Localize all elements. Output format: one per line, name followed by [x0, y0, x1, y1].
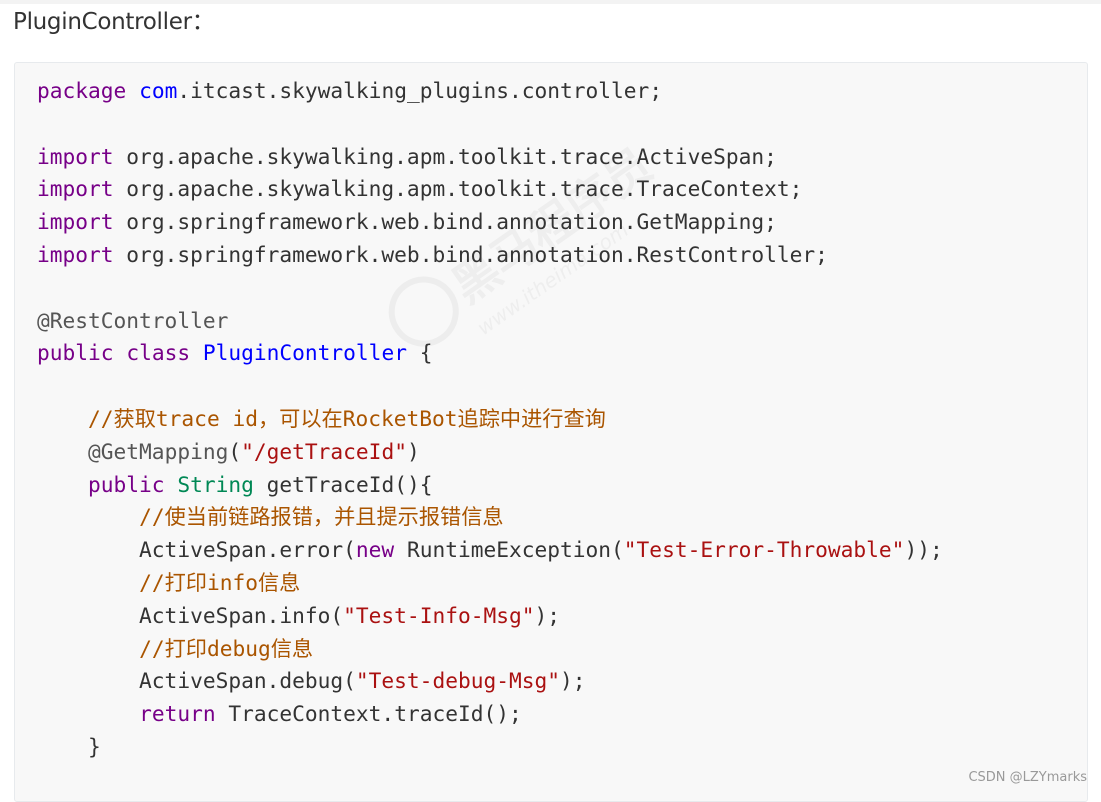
code-token: ActiveSpan.debug(: [37, 668, 356, 694]
code-line: //打印info信息: [37, 567, 943, 600]
code-line: return TraceContext.traceId();: [37, 698, 943, 731]
code-line: ActiveSpan.info("Test-Info-Msg");: [37, 600, 943, 633]
code-token: "/getTraceId": [241, 438, 407, 464]
code-token: //打印debug信息: [139, 635, 314, 661]
code-token: ));: [904, 537, 943, 563]
code-line: import org.apache.skywalking.apm.toolkit…: [37, 141, 943, 174]
code-token: getTraceId(){: [253, 471, 433, 497]
section-heading: PluginController：: [13, 9, 215, 35]
code-token: //打印info信息: [139, 569, 301, 595]
code-token: //获取trace id，可以在RocketBot追踪中进行查询: [88, 405, 606, 431]
code-token: @RestController: [37, 307, 229, 333]
code-token: String: [177, 471, 254, 497]
code-token: org.springframework.web.bind.annotation.…: [113, 241, 828, 267]
code-token: @GetMapping: [88, 438, 229, 464]
code-token: import: [37, 176, 114, 202]
code-token: );: [560, 668, 586, 694]
code-token: public: [88, 471, 165, 497]
code-token: (: [228, 438, 242, 464]
code-block[interactable]: 黑马程序员 www.itheima.com package com.itcast…: [14, 62, 1088, 802]
code-line: @RestController: [37, 305, 943, 338]
code-token: "Test-debug-Msg": [355, 668, 561, 694]
code-token: RuntimeException(: [394, 537, 624, 563]
code-token: PluginController: [202, 340, 407, 366]
code-line: //打印debug信息: [37, 633, 943, 666]
code-token: "Test-Info-Msg": [343, 602, 535, 628]
code-line: ActiveSpan.debug("Test-debug-Msg");: [37, 665, 943, 698]
code-token: "Test-Error-Throwable": [623, 537, 905, 563]
code-token: import: [37, 241, 114, 267]
code-line: //获取trace id，可以在RocketBot追踪中进行查询: [37, 403, 943, 436]
code-line: import org.springframework.web.bind.anno…: [37, 206, 943, 239]
code-token: ): [406, 438, 420, 464]
csdn-credit: CSDN @LZYmarks: [968, 770, 1087, 785]
code-token: //使当前链路报错，并且提示报错信息: [139, 504, 504, 530]
code-line: import org.apache.skywalking.apm.toolkit…: [37, 173, 943, 206]
code-line: import org.springframework.web.bind.anno…: [37, 239, 943, 272]
code-token: ActiveSpan.error(: [37, 537, 356, 563]
code-token: org.apache.skywalking.apm.toolkit.trace.…: [113, 176, 803, 202]
code-token: import: [37, 143, 114, 169]
code-token: org.springframework.web.bind.annotation.…: [113, 209, 777, 235]
code-line: }: [37, 731, 943, 764]
code-token: return: [139, 701, 216, 727]
code-token: {: [406, 340, 433, 366]
code-line: public class PluginController {: [37, 337, 943, 370]
code-line: ActiveSpan.error(new RuntimeException("T…: [37, 534, 943, 567]
code-token: com: [139, 78, 178, 103]
code-token: import: [37, 209, 114, 235]
code-token: new: [355, 537, 395, 563]
code-line: @GetMapping("/getTraceId"): [37, 436, 943, 469]
code-token: org.apache.skywalking.apm.toolkit.trace.…: [113, 143, 777, 169]
code-line: package com.itcast.skywalking_plugins.co…: [37, 75, 943, 108]
code-token: TraceContext.traceId();: [215, 701, 522, 727]
code-line: public String getTraceId(){: [37, 469, 943, 502]
code-content[interactable]: package com.itcast.skywalking_plugins.co…: [37, 75, 943, 764]
code-token: ActiveSpan.info(: [37, 602, 344, 628]
code-token: public: [37, 340, 114, 366]
code-line: //使当前链路报错，并且提示报错信息: [37, 501, 943, 534]
code-token: package: [37, 78, 127, 103]
code-token: .itcast.skywalking_plugins.controller;: [177, 78, 663, 103]
code-token: }: [37, 733, 101, 759]
code-token: );: [534, 602, 561, 628]
code-token: class: [126, 340, 191, 366]
